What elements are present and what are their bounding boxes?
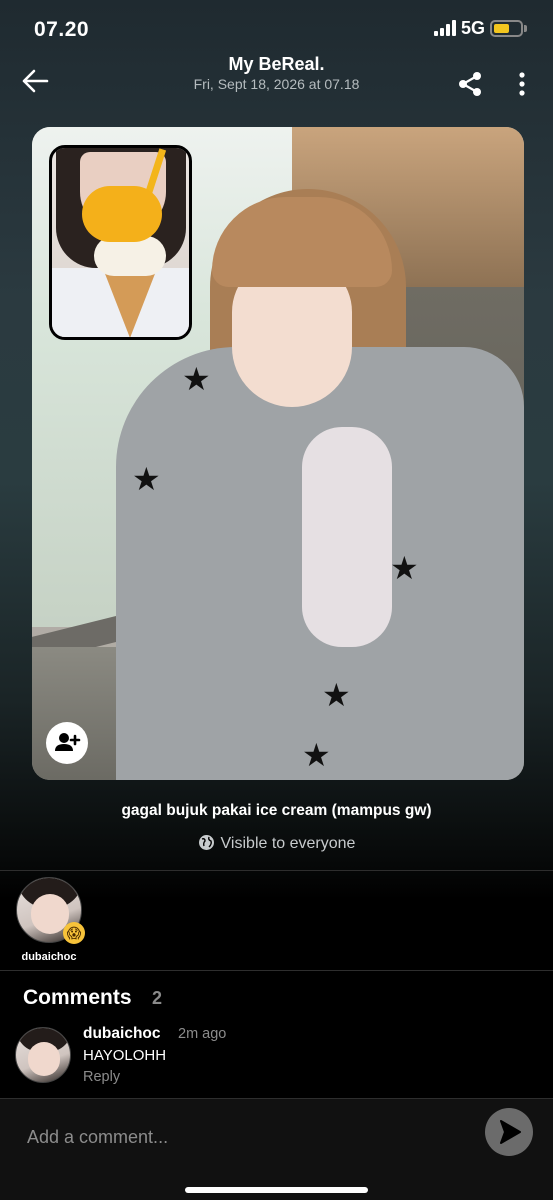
reply-button[interactable]: Reply <box>83 1069 120 1085</box>
globe-icon <box>198 834 215 851</box>
status-time: 07.20 <box>34 18 90 41</box>
comment-username[interactable]: dubaichoc <box>83 1025 161 1043</box>
star-print: ★ <box>182 361 211 397</box>
send-icon[interactable] <box>485 1108 533 1156</box>
share-icon[interactable] <box>456 70 484 98</box>
avatar-face <box>28 1042 60 1076</box>
front-camera-inset[interactable] <box>49 145 192 340</box>
header: My BeReal. Fri, Sept 18, 2026 at 07.18 <box>0 52 553 110</box>
person-shirt <box>302 427 392 647</box>
network-type: 5G <box>461 18 486 38</box>
comments-count: 2 <box>152 988 163 1008</box>
post-caption: gagal bujuk pakai ice cream (mampus gw) <box>121 802 432 819</box>
home-indicator[interactable] <box>185 1187 368 1193</box>
comment-text: HAYOLOHH <box>83 1047 167 1064</box>
comment-input[interactable] <box>14 1111 464 1163</box>
divider <box>0 870 553 871</box>
bereal-post-screen: 07.20 5G My BeReal. Fri, Sept 18, 2026 a… <box>0 0 553 1200</box>
ice-cream-scoop-mango <box>82 186 162 242</box>
signal-icon <box>434 20 458 36</box>
divider <box>0 970 553 971</box>
avatar[interactable] <box>15 1027 71 1083</box>
reaction-username: dubaichoc <box>21 951 77 963</box>
reaction-item[interactable]: 😱 dubaichoc <box>16 877 85 963</box>
star-print: ★ <box>390 550 419 586</box>
comments-title: Comments <box>23 986 132 1009</box>
add-friend-icon[interactable] <box>46 722 88 764</box>
battery-icon <box>490 20 523 37</box>
more-vertical-icon[interactable] <box>510 70 534 98</box>
star-print: ★ <box>302 737 331 773</box>
comment-time: 2m ago <box>178 1026 227 1042</box>
visibility-label: Visible to everyone <box>220 835 356 852</box>
visibility-row[interactable]: Visible to everyone <box>0 834 553 853</box>
status-bar: 07.20 5G <box>0 0 553 60</box>
comment-composer <box>0 1099 553 1200</box>
battery-tip <box>524 25 527 32</box>
battery-level <box>494 24 509 33</box>
star-print: ★ <box>322 677 351 713</box>
reaction-emoji: 😱 <box>63 922 85 944</box>
star-print: ★ <box>132 461 161 497</box>
ice-cream-cone <box>102 266 158 337</box>
ice-cream-scoop-vanilla <box>94 236 166 276</box>
